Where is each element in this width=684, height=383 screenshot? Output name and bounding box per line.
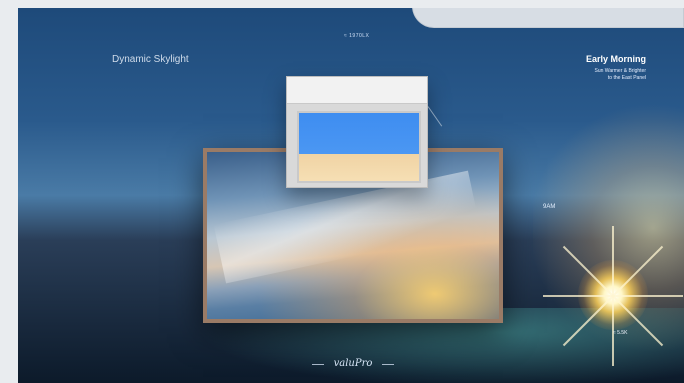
sun-ray-7 bbox=[612, 226, 614, 296]
sun-ray-5 bbox=[543, 295, 613, 297]
skylight-light-panel bbox=[297, 111, 421, 183]
annotation-leader-line bbox=[427, 106, 443, 127]
logo: valuPro bbox=[312, 357, 394, 371]
sun-ray-1 bbox=[613, 295, 683, 297]
skylight-rim bbox=[287, 77, 427, 104]
time-label: 9AM bbox=[543, 204, 556, 210]
bottom-right-label: ≈ 5.5K bbox=[613, 330, 628, 336]
mode-subtitle: Sun Warmer & Brighter to the East Panel bbox=[594, 68, 647, 81]
top-small-label: ≈ 1970LX bbox=[344, 33, 370, 39]
mode-title: Early Morning bbox=[585, 54, 646, 64]
product-visual: Dynamic Skylight ≈ 1970LX Early Morning … bbox=[18, 8, 684, 383]
brand-label: Dynamic Skylight bbox=[112, 54, 189, 65]
window-corner bbox=[412, 8, 684, 28]
skylight-fixture bbox=[286, 76, 428, 188]
